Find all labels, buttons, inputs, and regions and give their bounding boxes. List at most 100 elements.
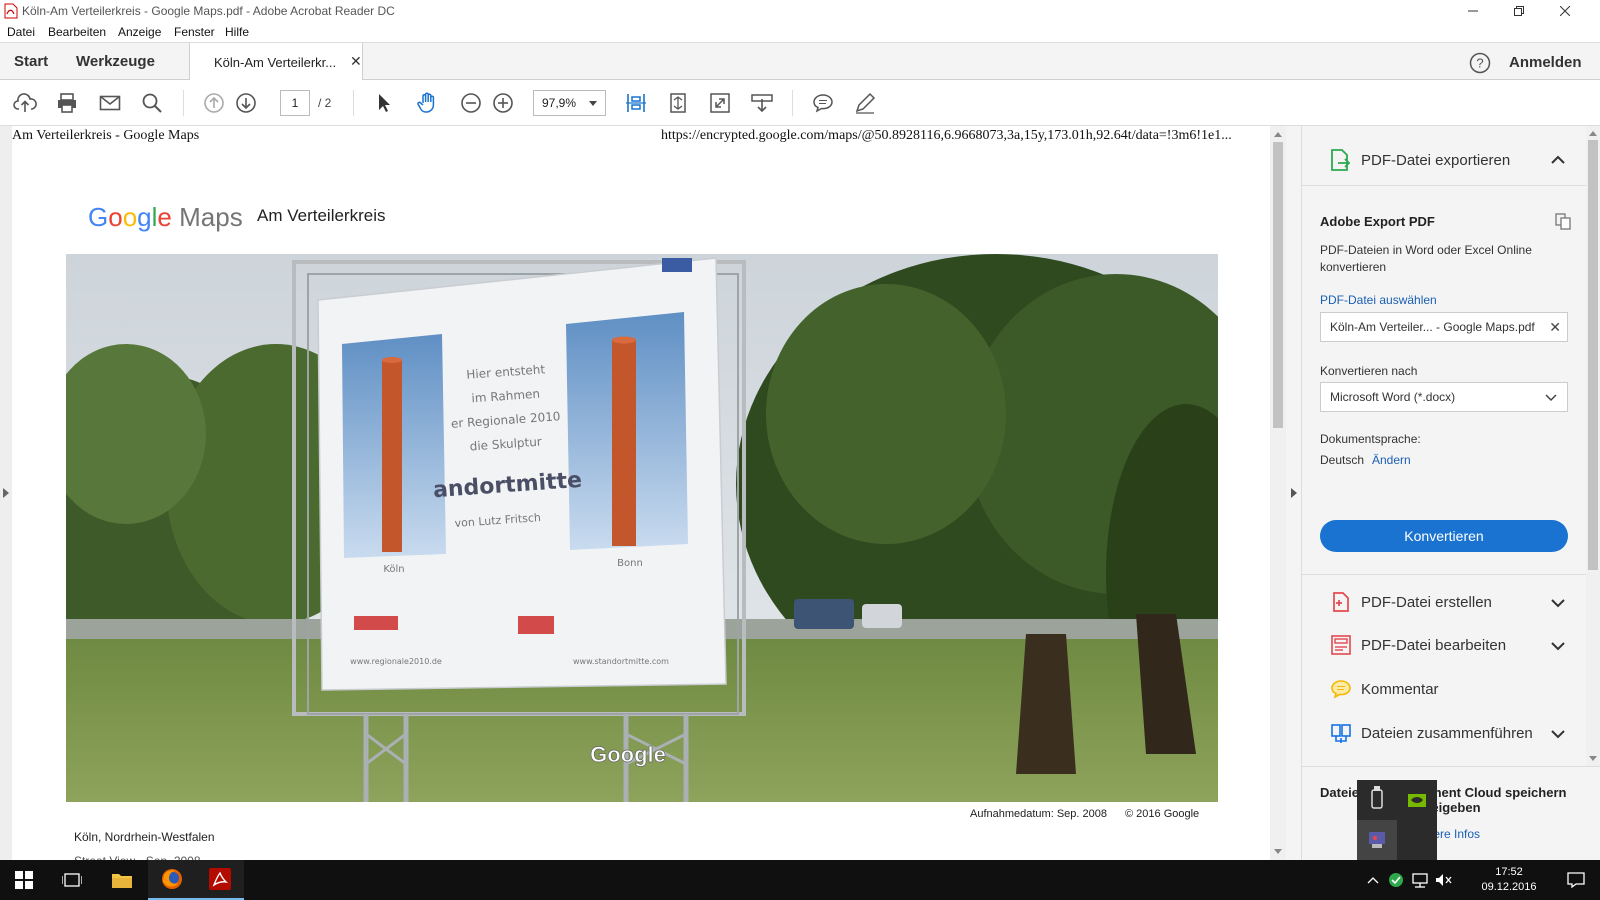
- tray-overflow-popup: [1357, 780, 1437, 860]
- comment-button[interactable]: [811, 91, 835, 115]
- previous-page-button[interactable]: [202, 91, 226, 115]
- firefox-button[interactable]: [148, 860, 196, 900]
- toolbar-separator: [792, 90, 793, 116]
- action-center-button[interactable]: [1552, 860, 1600, 900]
- left-panel-toggle[interactable]: [0, 126, 12, 860]
- zoom-select[interactable]: 97,9%: [533, 90, 606, 116]
- print-button[interactable]: [55, 91, 79, 115]
- more-info-link[interactable]: tere Infos: [1430, 827, 1480, 841]
- zoom-in-icon: [493, 93, 513, 113]
- tab-start[interactable]: Start: [14, 53, 48, 70]
- network-app-icon: [1369, 832, 1385, 848]
- scroll-down-icon[interactable]: [1589, 756, 1597, 761]
- document-scrollbar[interactable]: [1270, 126, 1286, 860]
- scroll-up-icon[interactable]: [1589, 131, 1597, 136]
- chevron-down-icon: [1551, 730, 1565, 739]
- tool-label: Kommentar: [1361, 681, 1439, 698]
- task-view-button[interactable]: [48, 860, 96, 900]
- menu-anzeige[interactable]: Anzeige: [118, 25, 161, 39]
- restore-button[interactable]: [1496, 0, 1542, 22]
- pane-divider: [1302, 574, 1586, 575]
- clear-file-icon[interactable]: ✕: [1547, 313, 1563, 341]
- export-pdf-header[interactable]: PDF-Datei exportieren: [1302, 126, 1586, 186]
- close-tab-icon[interactable]: ✕: [350, 53, 362, 70]
- sign-button[interactable]: [853, 91, 877, 115]
- expand-icon: [710, 93, 730, 113]
- minimize-button[interactable]: [1450, 0, 1496, 22]
- tray-network-app-icon[interactable]: [1357, 820, 1397, 860]
- svg-text:?: ?: [1476, 56, 1483, 71]
- select-tool-button[interactable]: [372, 91, 396, 115]
- scroll-thumb[interactable]: [1273, 142, 1283, 428]
- page-header-url: https://encrypted.google.com/maps/@50.89…: [661, 128, 1232, 143]
- scroll-thumb[interactable]: [1588, 140, 1598, 570]
- tool-comment[interactable]: Kommentar: [1302, 667, 1586, 711]
- show-hidden-icons-button[interactable]: [1362, 860, 1384, 900]
- menu-hilfe[interactable]: Hilfe: [225, 25, 249, 39]
- zoom-in-button[interactable]: [491, 91, 515, 115]
- tool-label: PDF-Datei erstellen: [1361, 594, 1492, 611]
- windows-taskbar: 17:52 09.12.2016: [0, 860, 1600, 900]
- scroll-down-icon[interactable]: [1274, 849, 1282, 854]
- usb-drive-icon: [1371, 786, 1383, 809]
- menu-datei[interactable]: Datei: [7, 25, 35, 39]
- start-button[interactable]: [0, 860, 48, 900]
- pane-scrollbar[interactable]: [1586, 126, 1600, 766]
- google-maps-logo: Google Maps: [88, 202, 243, 232]
- menu-bearbeiten[interactable]: Bearbeiten: [48, 25, 106, 39]
- tool-label: Dateien zusammenführen: [1361, 725, 1533, 742]
- tray-network-icon[interactable]: [1408, 860, 1432, 900]
- folder-icon: [112, 874, 132, 888]
- next-page-button[interactable]: [234, 91, 258, 115]
- tray-usb-icon[interactable]: [1357, 780, 1397, 820]
- title-bar: Köln-Am Verteilerkreis - Google Maps.pdf…: [0, 0, 1600, 22]
- place-name: Köln, Nordrhein-Westfalen: [74, 830, 215, 844]
- signin-button[interactable]: Anmelden: [1509, 54, 1582, 71]
- document-tab-label: Köln-Am Verteilerkr...: [214, 55, 337, 70]
- tray-security-icon[interactable]: [1384, 860, 1408, 900]
- copy-icon[interactable]: [1554, 212, 1572, 230]
- full-screen-button[interactable]: [708, 91, 732, 115]
- convert-format-select[interactable]: Microsoft Word (*.docx): [1320, 382, 1568, 412]
- tab-tools[interactable]: Werkzeuge: [76, 53, 155, 70]
- cursor-arrow-icon: [379, 94, 390, 112]
- scroll-up-icon[interactable]: [1274, 132, 1282, 137]
- convert-to-label: Konvertieren nach: [1320, 364, 1418, 378]
- tool-combine-files[interactable]: Dateien zusammenführen: [1302, 711, 1586, 755]
- menu-fenster[interactable]: Fenster: [174, 25, 215, 39]
- download-tray-icon: [751, 94, 773, 113]
- menu-bar: Datei Bearbeiten Anzeige Fenster Hilfe: [0, 22, 1600, 42]
- network-icon: [1412, 873, 1428, 888]
- fit-page-button[interactable]: [666, 91, 690, 115]
- print-icon: [58, 93, 76, 113]
- chevron-up-icon[interactable]: [1551, 155, 1565, 165]
- selected-file-field[interactable]: Köln-Am Verteiler... - Google Maps.pdf ✕: [1320, 312, 1568, 342]
- page-number-input[interactable]: 1: [280, 90, 310, 116]
- tray-volume-icon[interactable]: [1432, 860, 1456, 900]
- read-mode-button[interactable]: [750, 91, 774, 115]
- help-icon[interactable]: ?: [1469, 52, 1491, 74]
- tool-edit-pdf[interactable]: PDF-Datei bearbeiten: [1302, 623, 1586, 667]
- taskbar-clock[interactable]: 17:52 09.12.2016: [1474, 865, 1544, 895]
- search-button[interactable]: [140, 91, 164, 115]
- fit-page-icon: [670, 93, 686, 113]
- upload-button[interactable]: [13, 91, 37, 115]
- select-pdf-link[interactable]: PDF-Datei auswählen: [1320, 293, 1437, 307]
- google-watermark: Google: [590, 742, 666, 767]
- zoom-out-button[interactable]: [459, 91, 483, 115]
- hand-icon: [417, 92, 435, 113]
- scroll-mode-button[interactable]: [624, 91, 648, 115]
- export-pdf-icon: [1331, 149, 1351, 171]
- convert-button[interactable]: Konvertieren: [1320, 520, 1568, 552]
- change-language-link[interactable]: Ändern: [1372, 453, 1411, 467]
- hand-tool-button[interactable]: [415, 91, 439, 115]
- file-explorer-button[interactable]: [98, 860, 146, 900]
- right-pane-toggle[interactable]: [1286, 126, 1302, 860]
- close-button[interactable]: [1542, 0, 1588, 22]
- email-button[interactable]: [98, 91, 122, 115]
- acrobat-taskbar-button[interactable]: [196, 860, 244, 900]
- tool-create-pdf[interactable]: PDF-Datei erstellen: [1302, 580, 1586, 624]
- tray-nvidia-icon[interactable]: [1397, 780, 1437, 820]
- tab-document[interactable]: Köln-Am Verteilerkr... ✕: [189, 43, 363, 81]
- comment-icon: [1331, 680, 1351, 699]
